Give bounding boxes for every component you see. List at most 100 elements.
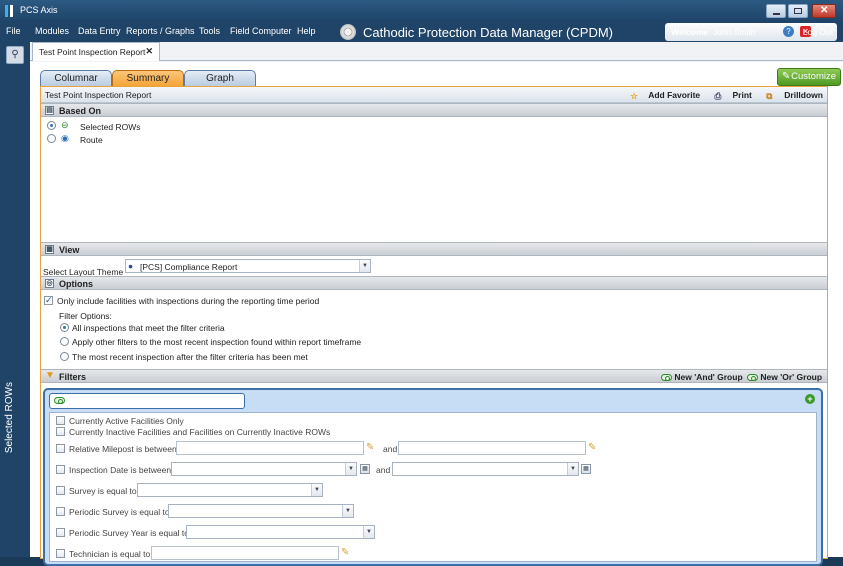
filter-all-radio[interactable] xyxy=(60,323,69,332)
pencil-icon[interactable]: ✎ xyxy=(588,443,598,453)
technician-input[interactable] xyxy=(151,546,339,560)
tab-test-point-inspection-report[interactable]: Test Point Inspection Report ✕ xyxy=(32,42,160,61)
star-icon: ☆ xyxy=(630,91,638,101)
filter-group-name-input[interactable] xyxy=(49,393,245,409)
menu-data-entry[interactable]: Data Entry xyxy=(78,26,121,36)
milepost-checkbox[interactable] xyxy=(56,444,65,453)
minimize-button[interactable] xyxy=(766,4,786,18)
left-sidebar: ⚲ Selected ROWs xyxy=(0,42,30,557)
technician-label: Technician is equal to xyxy=(69,549,151,559)
filter-group: + Currently Active Facilities Only Curre… xyxy=(43,388,823,566)
periodic-survey-checkbox[interactable] xyxy=(56,507,65,516)
menu-help[interactable]: Help xyxy=(297,26,316,36)
welcome-label: Welcome xyxy=(671,27,709,37)
tab-columnar[interactable]: Columnar xyxy=(40,70,112,87)
menu-tools[interactable]: Tools xyxy=(199,26,220,36)
new-and-group-label: New 'And' Group xyxy=(674,372,743,382)
inactive-checkbox[interactable] xyxy=(56,427,65,436)
tab-label: Test Point Inspection Report xyxy=(39,47,146,57)
document-icon: ▤ xyxy=(45,106,54,115)
layout-theme-value: [PCS] Compliance Report xyxy=(140,262,238,272)
milepost-label: Relative Milepost is between xyxy=(69,444,177,454)
drilldown-icon: ⧉ xyxy=(766,91,773,101)
document-area: Test Point Inspection Report ✕ Columnar … xyxy=(30,42,843,566)
filter-all-label: All inspections that meet the filter cri… xyxy=(72,323,225,333)
periodic-survey-year-select[interactable]: ▼ xyxy=(186,525,375,539)
inspection-date-to-input[interactable]: ▼ xyxy=(392,462,579,476)
menu-reports-graphs[interactable]: Reports / Graphs xyxy=(126,26,195,36)
new-or-group-label: New 'Or' Group xyxy=(760,372,823,382)
globe-icon: ● xyxy=(128,261,134,271)
tab-summary[interactable]: Summary xyxy=(112,70,184,87)
drilldown-button[interactable]: ⧉ Drilldown xyxy=(760,90,823,101)
filters-header[interactable]: ▼ Filters New 'And' Group New 'Or' Group xyxy=(41,369,827,383)
new-and-group-button[interactable]: New 'And' Group xyxy=(661,372,743,382)
calendar-icon[interactable]: ▦ xyxy=(581,464,591,474)
tab-graph[interactable]: Graph xyxy=(184,70,256,87)
active-only-checkbox[interactable] xyxy=(56,416,65,425)
only-include-checkbox[interactable] xyxy=(44,295,53,306)
add-favorite-button[interactable]: ☆ Add Favorite xyxy=(624,90,701,101)
report-actions: ☆ Add Favorite ⎙ Print ⧉ Drilldown xyxy=(618,90,823,101)
menu-modules[interactable]: Modules xyxy=(35,26,69,36)
customize-label: Customize xyxy=(791,71,836,82)
route-label: Route xyxy=(80,135,103,145)
inspection-date-checkbox[interactable] xyxy=(56,465,65,474)
inspection-date-from-input[interactable]: ▼ xyxy=(171,462,357,476)
menu-file[interactable]: File xyxy=(6,26,21,36)
menu-field-computer[interactable]: Field Computer xyxy=(230,26,292,36)
document-tab-bar: Test Point Inspection Report ✕ xyxy=(30,42,843,61)
print-button[interactable]: ⎙ Print xyxy=(709,90,752,101)
survey-select[interactable]: ▼ xyxy=(137,483,323,497)
pcs-axis-logo-icon xyxy=(5,5,13,17)
milepost-from-input[interactable] xyxy=(176,441,364,455)
options-title: Options xyxy=(59,279,93,289)
route-icon: ◉ xyxy=(61,133,69,143)
user-area: Welcome John Smith ? ✕ Log Out xyxy=(657,22,837,42)
close-tab-icon[interactable]: ✕ xyxy=(145,46,153,57)
chevron-down-icon: ▼ xyxy=(345,463,356,475)
filters-title: Filters xyxy=(59,372,87,382)
add-filter-icon[interactable]: + xyxy=(805,394,815,404)
periodic-survey-select[interactable]: ▼ xyxy=(168,504,354,518)
customize-button[interactable]: ✎ Customize xyxy=(777,68,841,86)
pencil-icon[interactable]: ✎ xyxy=(366,443,376,453)
filter-apply-other-radio[interactable] xyxy=(60,337,69,346)
periodic-survey-year-checkbox[interactable] xyxy=(56,528,65,537)
milepost-and-label: and xyxy=(383,444,398,454)
close-button[interactable]: ✕ xyxy=(812,4,836,18)
title-bar: PCS Axis ✕ xyxy=(0,0,843,22)
view-title: View xyxy=(59,245,80,255)
only-include-label: Only include facilities with inspections… xyxy=(57,296,320,306)
search-icon[interactable]: ⚲ xyxy=(6,46,24,64)
layout-theme-select[interactable]: ● [PCS] Compliance Report ▼ xyxy=(125,259,371,273)
route-radio[interactable] xyxy=(47,134,56,143)
survey-checkbox[interactable] xyxy=(56,486,65,495)
filter-conditions: Currently Active Facilities Only Current… xyxy=(49,412,817,562)
window-title: PCS Axis xyxy=(20,5,58,15)
options-header[interactable]: ◎ Options xyxy=(41,276,827,290)
calendar-icon[interactable]: ▦ xyxy=(360,464,370,474)
new-or-group-button[interactable]: New 'Or' Group xyxy=(747,372,822,382)
based-on-header[interactable]: ▤ Based On xyxy=(41,103,827,117)
grid-icon: ▦ xyxy=(45,245,54,254)
view-header[interactable]: ▦ View xyxy=(41,242,827,256)
options-icon: ◎ xyxy=(45,279,54,288)
user-name: John Smith xyxy=(713,27,756,37)
inspection-date-label: Inspection Date is between xyxy=(69,465,172,475)
selected-rows-panel-toggle[interactable]: Selected ROWs xyxy=(4,382,26,453)
filter-apply-other-label: Apply other filters to the most recent i… xyxy=(72,337,362,347)
report-header: Test Point Inspection Report ☆ Add Favori… xyxy=(41,87,827,103)
add-favorite-label: Add Favorite xyxy=(648,90,701,100)
chevron-down-icon: ▼ xyxy=(342,505,353,517)
logout-link[interactable]: Log Out xyxy=(803,27,833,37)
milepost-to-input[interactable] xyxy=(398,441,586,455)
survey-label: Survey is equal to xyxy=(69,486,137,496)
filter-most-recent-radio[interactable] xyxy=(60,352,69,361)
help-icon[interactable]: ? xyxy=(783,26,794,37)
menu-bar: File Modules Data Entry Reports / Graphs… xyxy=(0,22,843,42)
selected-rows-radio[interactable] xyxy=(47,121,56,130)
selected-rows-label: Selected ROWs xyxy=(80,122,141,132)
or-group-icon xyxy=(747,374,758,382)
maximize-button[interactable] xyxy=(788,4,808,18)
